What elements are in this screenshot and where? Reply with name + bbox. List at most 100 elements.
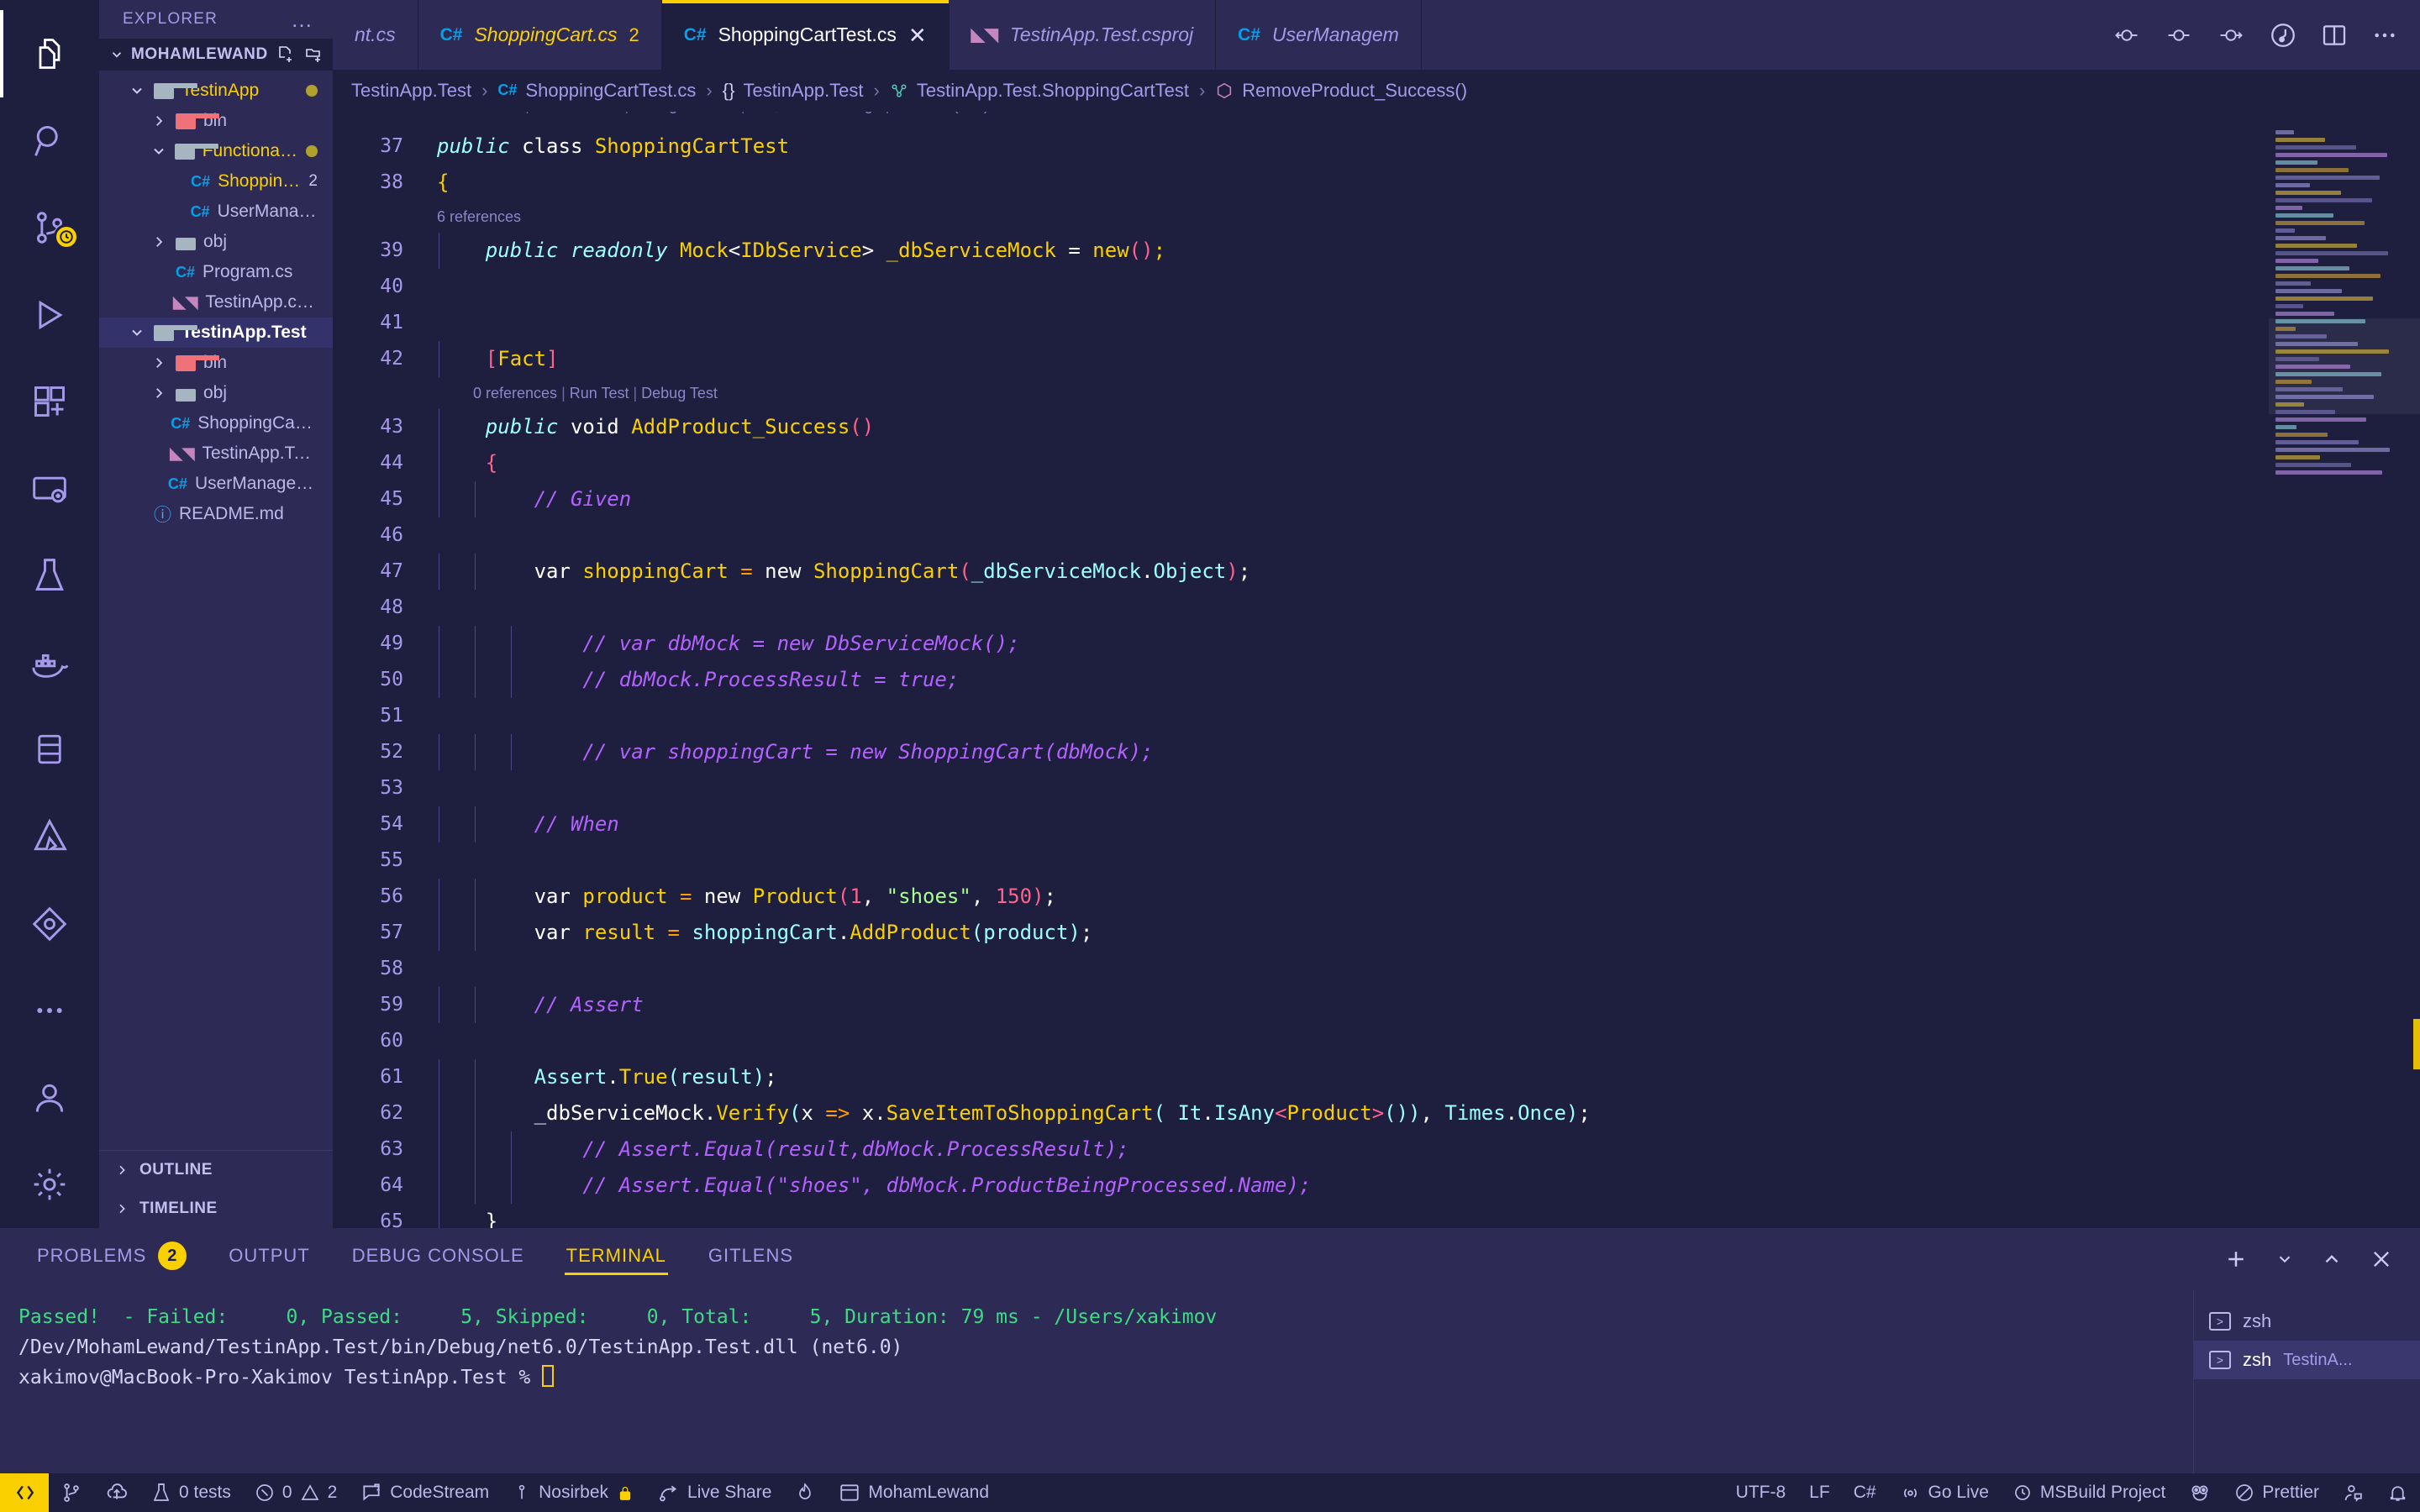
tree-item-testinapp-test-csproj[interactable]: ◣◥TestinApp.Test.csproj [99, 438, 333, 469]
activitybar-item-docker[interactable] [0, 619, 99, 706]
maximize-panel-icon[interactable] [2321, 1248, 2343, 1270]
terminal-list[interactable]: >zsh>zshTestinA... [2193, 1290, 2420, 1473]
activitybar-item-database[interactable] [0, 706, 99, 794]
code-line-59[interactable]: 59 // Assert [333, 987, 2420, 1023]
terminal-list-item[interactable]: >zsh [2194, 1302, 2420, 1341]
line-content[interactable]: var product = new Product(1, "shoes", 15… [425, 879, 2420, 915]
activitybar-item-azure[interactable] [0, 793, 99, 880]
status-msbuild[interactable]: MSBuild Project [2001, 1473, 2177, 1512]
code-line-63[interactable]: 63 // Assert.Equal(result,dbMock.Process… [333, 1131, 2420, 1168]
code-line-50[interactable]: 50 // dbMock.ProcessResult = true; [333, 662, 2420, 698]
status-eol[interactable]: LF [1797, 1473, 1842, 1512]
line-content[interactable]: // Assert.Equal("shoes", dbMock.ProductB… [425, 1168, 2420, 1204]
activitybar-item-extensions[interactable] [0, 358, 99, 445]
tree-item-bin[interactable]: bin [99, 348, 333, 378]
line-content[interactable]: // dbMock.ProcessResult = true; [425, 662, 2420, 698]
terminal-list-item[interactable]: >zshTestinA... [2194, 1341, 2420, 1379]
chevron-right-icon[interactable] [150, 113, 168, 129]
code-line-42[interactable]: 42 [Fact] [333, 341, 2420, 377]
sidebar-item-timeline[interactable]: TIMELINE [99, 1189, 333, 1228]
code-line-44[interactable]: 44 { [333, 445, 2420, 481]
file-tree[interactable]: TestinAppbinFunctionalityC#ShoppingCart.… [99, 71, 333, 1150]
code-line-54[interactable]: 54 // When [333, 806, 2420, 843]
activitybar-item-search[interactable] [0, 97, 99, 185]
panel-tab-output[interactable]: OUTPUT [227, 1240, 311, 1278]
editor-tab-shoppingcarttest-cs[interactable]: C#ShoppingCartTest.cs✕ [662, 0, 950, 70]
line-content[interactable]: public readonly Mock<IDbService> _dbServ… [425, 233, 2420, 269]
breadcrumb-item-5[interactable]: RemoveProduct_Success() [1215, 80, 1467, 102]
code-line-65[interactable]: 65 } [333, 1204, 2420, 1228]
line-content[interactable]: { [425, 445, 2420, 481]
code-line-38[interactable]: 38{ [333, 165, 2420, 201]
activitybar-item-testing[interactable] [0, 532, 99, 619]
line-content[interactable]: public void AddProduct_Success() [425, 409, 2420, 445]
panel-tab-terminal[interactable]: TERMINAL [565, 1240, 668, 1278]
close-icon[interactable]: ✕ [908, 24, 927, 46]
editor-scrollbar[interactable] [2413, 1019, 2420, 1069]
activitybar-item-source-control[interactable] [0, 184, 99, 271]
line-content[interactable]: _dbServiceMock.Verify(x => x.SaveItemToS… [425, 1095, 2420, 1131]
code-line-60[interactable]: 60 [333, 1023, 2420, 1059]
status-account[interactable]: Nosirbek [501, 1473, 646, 1512]
breadcrumb[interactable]: TestinApp.Test›C#ShoppingCartTest.cs›{}T… [333, 70, 2420, 112]
editor-tab-testinapp-test-csproj[interactable]: ◣◥TestinApp.Test.csproj [950, 0, 1217, 70]
terminal-output[interactable]: Passed! - Failed: 0, Passed: 5, Skipped:… [0, 1290, 2193, 1473]
status-liveshare[interactable]: Live Share [646, 1473, 783, 1512]
line-content[interactable]: // Given [425, 481, 2420, 517]
code-lens[interactable]: 6 references [333, 201, 2420, 233]
status-problems[interactable]: 0 2 [243, 1473, 349, 1512]
code-line-37[interactable]: 37public class ShoppingCartTest [333, 129, 2420, 165]
status-notifications[interactable] [2375, 1473, 2420, 1512]
minimap[interactable] [2269, 112, 2420, 1228]
breadcrumb-item-1[interactable]: TestinApp.Test [351, 80, 471, 102]
code-line-43[interactable]: 43 public void AddProduct_Success() [333, 409, 2420, 445]
status-sync[interactable] [94, 1473, 139, 1512]
new-terminal-icon[interactable] [2223, 1247, 2249, 1272]
gitlens-commit-icon[interactable] [2269, 21, 2297, 50]
sidebar-item-outline[interactable]: OUTLINE [99, 1151, 333, 1189]
activitybar-item-more-views[interactable] [0, 967, 99, 1054]
code-line-51[interactable]: 51 [333, 698, 2420, 734]
code-line-56[interactable]: 56 var product = new Product(1, "shoes",… [333, 879, 2420, 915]
status-language[interactable]: C# [1842, 1473, 1888, 1512]
sidebar-more-icon[interactable]: … [291, 15, 314, 24]
line-content[interactable]: var result = shoppingCart.AddProduct(pro… [425, 915, 2420, 951]
new-file-icon[interactable] [275, 45, 295, 65]
code-lens[interactable]: 0 references | Run Test | Debug Test [333, 377, 2420, 409]
terminal-dropdown-icon[interactable] [2275, 1250, 2294, 1268]
more-actions-icon[interactable] [2371, 22, 2398, 49]
code-line-58[interactable]: 58 [333, 951, 2420, 987]
code-line-41[interactable]: 41 [333, 305, 2420, 341]
line-content[interactable]: { [425, 165, 2420, 201]
status-tests[interactable]: 0 tests [139, 1473, 243, 1512]
status-golive[interactable]: Go Live [1888, 1473, 2001, 1512]
code-lines[interactable]: 0 references | Run All Tests | Debug All… [333, 112, 2420, 1228]
breadcrumb-item-2[interactable]: C#ShoppingCartTest.cs [497, 80, 696, 102]
activitybar-item-run-and-debug[interactable] [0, 271, 99, 359]
line-content[interactable]: public class ShoppingCartTest [425, 129, 2420, 165]
tree-item-program-cs[interactable]: C#Program.cs [99, 257, 333, 287]
code-line-64[interactable]: 64 // Assert.Equal("shoes", dbMock.Produ… [333, 1168, 2420, 1204]
line-content[interactable]: [Fact] [425, 341, 2420, 377]
status-remote-window[interactable] [0, 1473, 49, 1512]
tree-item-usermanagement-cs[interactable]: C#UserManagement.cs [99, 197, 333, 227]
editor-tabs[interactable]: nt.csC#ShoppingCart.cs2C#ShoppingCartTes… [333, 0, 1422, 70]
tree-item-readme-md[interactable]: ⓘREADME.md [99, 499, 333, 529]
tree-item-testinapp-test[interactable]: TestinApp.Test [99, 318, 333, 348]
status-prettier[interactable]: Prettier [2223, 1473, 2331, 1512]
tree-item-testinapp-csproj[interactable]: ◣◥TestinApp.csproj [99, 287, 333, 318]
status-owl[interactable] [2177, 1473, 2223, 1512]
activitybar-item-gitlens[interactable] [0, 880, 99, 968]
line-content[interactable]: // Assert.Equal(result,dbMock.ProcessRes… [425, 1131, 2420, 1168]
code-editor[interactable]: 0 references | Run All Tests | Debug All… [333, 112, 2420, 1228]
code-line-46[interactable]: 46 [333, 517, 2420, 554]
line-content[interactable]: // When [425, 806, 2420, 843]
tree-item-bin[interactable]: bin [99, 106, 333, 136]
code-line-61[interactable]: 61 Assert.True(result); [333, 1059, 2420, 1095]
new-folder-icon[interactable] [304, 45, 324, 65]
close-panel-icon[interactable] [2370, 1247, 2393, 1271]
gitlens-forward-icon[interactable] [2217, 21, 2245, 50]
gitlens-current-icon[interactable] [2165, 21, 2193, 50]
panel-tab-gitlens[interactable]: GITLENS [707, 1240, 795, 1278]
activitybar-item-explorer[interactable] [0, 10, 99, 97]
